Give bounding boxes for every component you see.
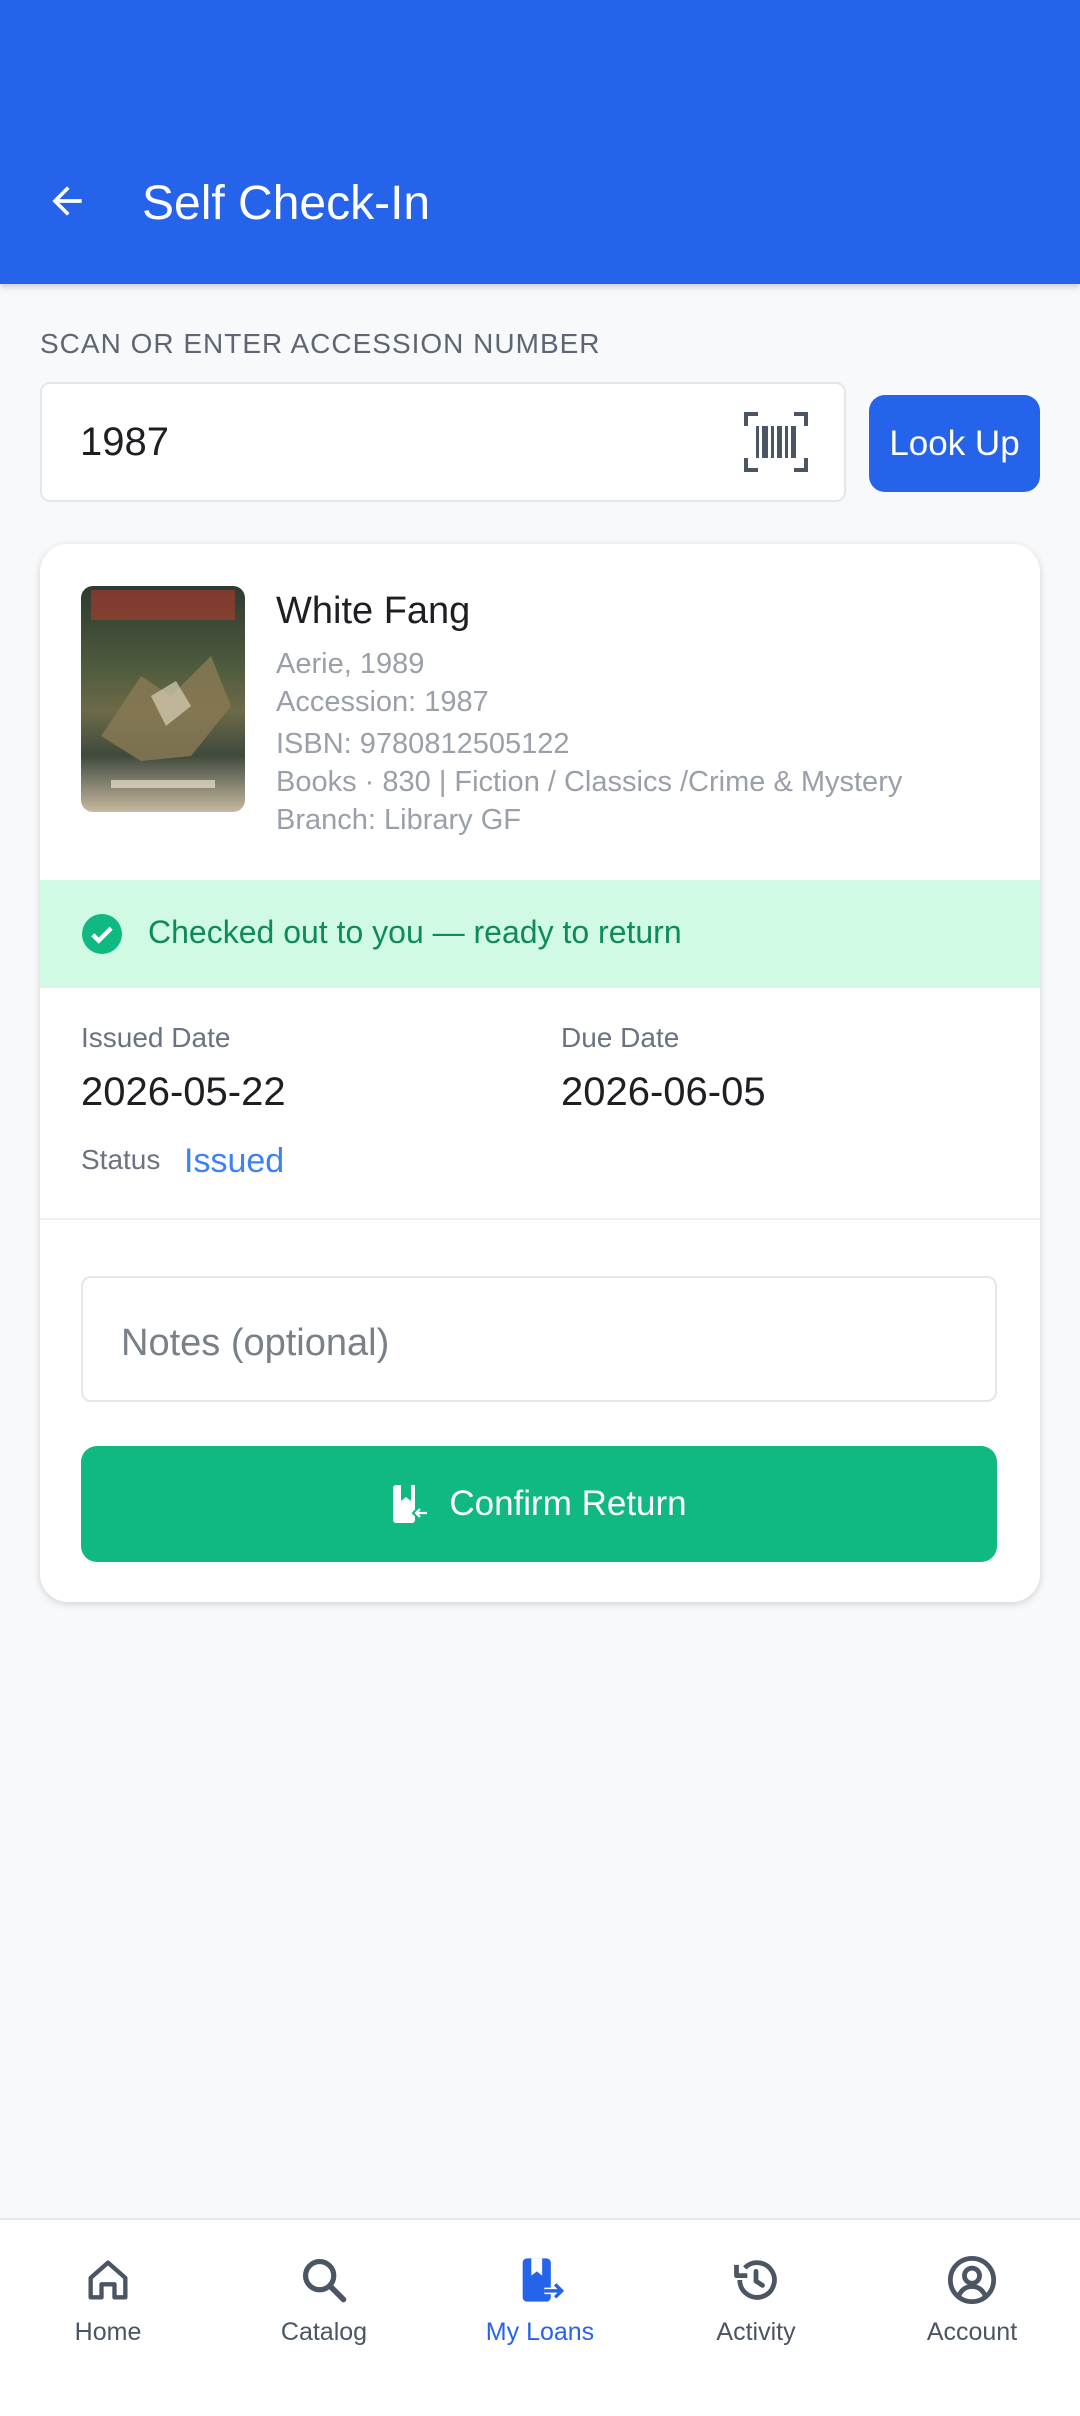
book-branch: Branch: Library GF	[276, 804, 521, 836]
book-title: White Fang	[276, 590, 471, 632]
nav-my-loans-label: My Loans	[485, 2318, 595, 2346]
status-label: Status	[81, 1144, 161, 1175]
status-value: Issued	[184, 1142, 285, 1180]
nav-activity-label: Activity	[716, 2318, 796, 2346]
accession-input-value: 1987	[80, 420, 169, 464]
divider	[40, 1218, 1040, 1220]
nav-activity[interactable]: Activity	[648, 2220, 864, 2416]
scan-label: SCAN OR ENTER ACCESSION NUMBER	[40, 328, 601, 359]
barcode-scan-icon[interactable]	[744, 412, 808, 472]
book-accession: Accession: 1987	[276, 686, 489, 718]
page-title: Self Check-In	[142, 177, 431, 230]
nav-home-label: Home	[74, 2318, 142, 2346]
app-bar: Self Check-In	[0, 0, 1080, 284]
status-banner-text: Checked out to you — ready to return	[148, 914, 682, 950]
due-date-label: Due Date	[561, 1022, 680, 1053]
home-icon	[88, 2260, 128, 2300]
accession-input[interactable]: 1987	[40, 382, 846, 502]
nav-account-label: Account	[926, 2318, 1018, 2346]
nav-account[interactable]: Account	[864, 2220, 1080, 2416]
account-icon	[947, 2255, 997, 2305]
due-date-value: 2026-06-05	[561, 1070, 766, 1114]
book-publisher: Aerie, 1989	[276, 648, 425, 680]
book-classification: Books · 830 | Fiction / Classics /Crime …	[276, 766, 903, 798]
confirm-return-label: Confirm Return	[449, 1484, 687, 1523]
back-button[interactable]	[38, 172, 96, 230]
nav-catalog[interactable]: Catalog	[216, 2220, 432, 2416]
bottom-nav: Home Catalog My Loans Activity Account	[0, 2218, 1080, 2416]
nav-home[interactable]: Home	[0, 2220, 216, 2416]
lookup-button[interactable]: Look Up	[869, 395, 1040, 492]
notes-placeholder: Notes (optional)	[121, 1322, 390, 1364]
back-arrow-icon	[52, 186, 82, 216]
search-icon	[302, 2258, 347, 2303]
confirm-return-button[interactable]: Confirm Return	[81, 1446, 997, 1562]
book-card: White Fang Aerie, 1989 Accession: 1987 I…	[40, 544, 1040, 1602]
status-banner: Checked out to you — ready to return	[40, 880, 1040, 988]
book-isbn: ISBN: 9780812505122	[276, 728, 570, 760]
book-return-icon	[522, 2258, 566, 2302]
issued-date-value: 2026-05-22	[81, 1070, 286, 1114]
nav-catalog-label: Catalog	[280, 2318, 368, 2346]
book-cover-image	[81, 586, 245, 812]
book-return-icon	[393, 1485, 428, 1523]
issued-date-label: Issued Date	[81, 1022, 231, 1053]
nav-my-loans[interactable]: My Loans	[432, 2220, 648, 2416]
notes-input[interactable]: Notes (optional)	[81, 1276, 997, 1402]
history-icon	[734, 2260, 777, 2300]
check-circle-icon	[82, 914, 122, 954]
